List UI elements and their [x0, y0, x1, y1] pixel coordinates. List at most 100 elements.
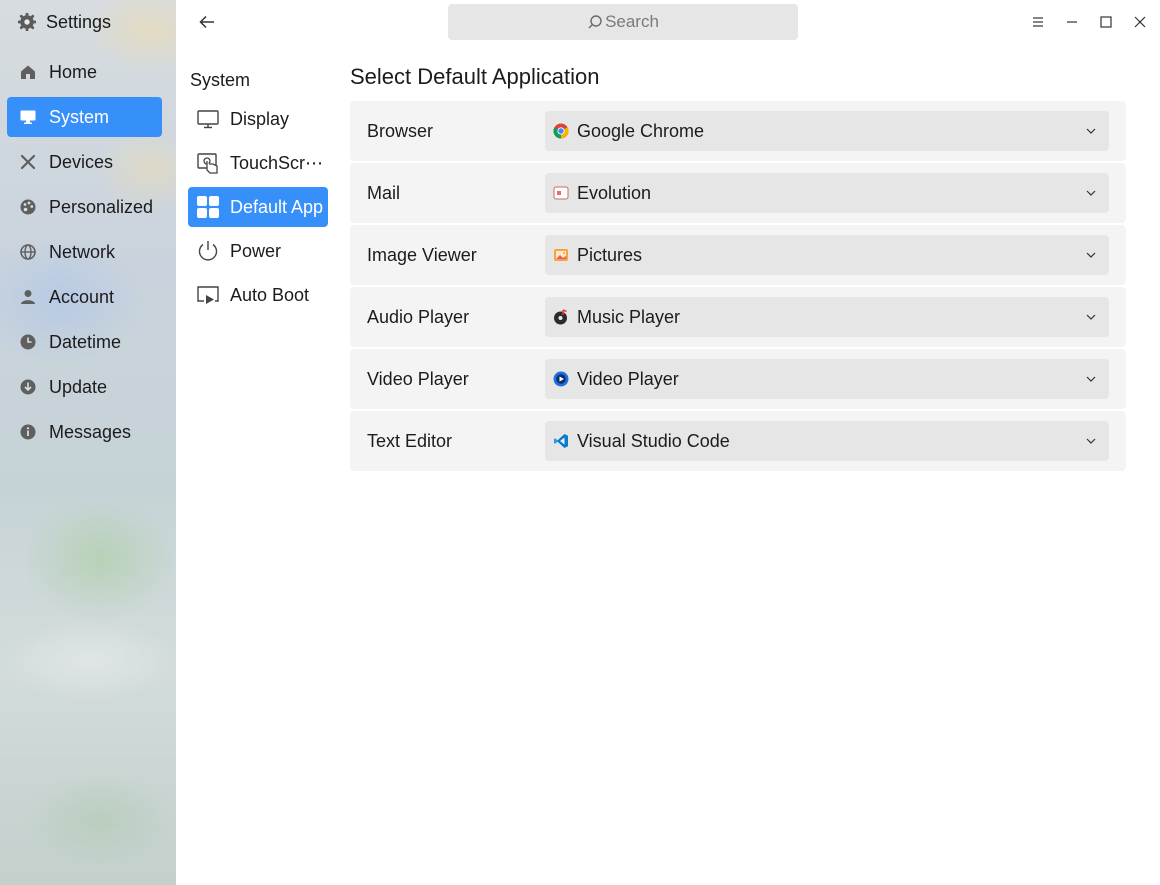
music-player-icon	[554, 309, 567, 325]
subnav-item-label: Display	[230, 108, 290, 129]
subnav-item-label: Power	[230, 240, 282, 261]
palette-icon	[20, 199, 36, 215]
tools-icon	[20, 154, 36, 170]
select-value: Music Player	[577, 306, 681, 327]
select-value: Evolution	[577, 182, 652, 203]
sidebar-item-label: Home	[49, 61, 98, 82]
select-value: Google Chrome	[577, 120, 705, 141]
row-label: Mail	[367, 182, 401, 203]
close-icon	[1134, 16, 1146, 28]
search-icon	[588, 15, 602, 29]
menu-icon	[1033, 17, 1043, 27]
display-icon	[197, 110, 219, 129]
page-title: Select Default Application	[350, 64, 600, 89]
subnav-item-auto-boot[interactable]: Auto Boot	[188, 275, 328, 315]
sidebar-item-label: Messages	[49, 421, 132, 442]
sidebar-item-label: Account	[49, 286, 115, 307]
info-icon	[20, 424, 36, 440]
sidebar-item-personalized[interactable]: Personalized	[7, 187, 162, 227]
video-player-icon	[553, 371, 569, 387]
sidebar-item-datetime[interactable]: Datetime	[7, 322, 162, 362]
chevron-down-icon	[1086, 128, 1096, 134]
maximize-button[interactable]	[1096, 12, 1116, 32]
sidebar-item-update[interactable]: Update	[7, 367, 162, 407]
clock-icon	[20, 334, 36, 350]
sidebar-item-label: Update	[49, 376, 108, 397]
maximize-icon	[1100, 16, 1112, 28]
sidebar-item-label: System	[49, 106, 110, 127]
sidebar-nav: Home System Devices Personalized Network…	[7, 52, 162, 457]
row-label: Image Viewer	[367, 244, 477, 265]
browser-select[interactable]: Google Chrome	[545, 111, 1109, 151]
default-app-row-audio-player: Audio Player Music Player	[350, 287, 1126, 347]
text-editor-select[interactable]: Visual Studio Code	[545, 421, 1109, 461]
image-viewer-select[interactable]: Pictures	[545, 235, 1109, 275]
default-app-row-video-player: Video Player Video Player	[350, 349, 1126, 409]
select-value: Visual Studio Code	[577, 430, 730, 451]
sidebar-item-devices[interactable]: Devices	[7, 142, 162, 182]
chevron-down-icon	[1086, 314, 1096, 320]
globe-icon	[20, 244, 36, 260]
search-input[interactable]: Search	[448, 4, 798, 40]
default-app-row-image-viewer: Image Viewer Pictures	[350, 225, 1126, 285]
subnav-item-display[interactable]: Display	[188, 99, 328, 139]
sidebar-item-label: Network	[49, 241, 116, 262]
chrome-icon	[553, 123, 569, 139]
power-icon	[198, 241, 218, 261]
audio-player-select[interactable]: Music Player	[545, 297, 1109, 337]
touchscreen-icon	[197, 153, 218, 174]
back-button[interactable]	[196, 11, 218, 33]
vscode-icon	[554, 434, 568, 448]
row-label: Video Player	[367, 368, 469, 389]
video-player-select[interactable]: Video Player	[545, 359, 1109, 399]
apps-grid-icon	[197, 196, 219, 218]
subnav-item-label: TouchScr⋯	[230, 152, 324, 173]
default-app-row-browser: Browser Google Chrome	[350, 101, 1126, 161]
sidebar-item-system[interactable]: System	[7, 97, 162, 137]
row-label: Text Editor	[367, 430, 453, 451]
sidebar-item-label: Devices	[49, 151, 114, 172]
sidebar-item-messages[interactable]: Messages	[7, 412, 162, 452]
search-placeholder: Search	[605, 12, 659, 31]
sidebar-item-account[interactable]: Account	[7, 277, 162, 317]
subnav-item-label: Default App	[230, 196, 324, 217]
row-label: Browser	[367, 120, 434, 141]
mail-select[interactable]: Evolution	[545, 173, 1109, 213]
section-title: System	[190, 70, 251, 90]
default-app-row-text-editor: Text Editor Visual Studio Code	[350, 411, 1126, 471]
app-title: Settings	[18, 10, 111, 34]
chevron-down-icon	[1086, 438, 1096, 444]
sidebar-item-home[interactable]: Home	[7, 52, 162, 92]
section-nav: Display TouchScr⋯ Default App Power Auto…	[188, 99, 328, 319]
sidebar-item-network[interactable]: Network	[7, 232, 162, 272]
chevron-down-icon	[1086, 376, 1096, 382]
subnav-item-label: Auto Boot	[230, 284, 310, 305]
arrow-left-icon	[199, 15, 214, 29]
select-value: Video Player	[577, 368, 679, 389]
chevron-down-icon	[1086, 190, 1096, 196]
sidebar: Settings Home System Devices Personalize…	[0, 0, 176, 885]
select-value: Pictures	[577, 244, 643, 265]
home-icon	[21, 65, 35, 79]
default-app-row-mail: Mail Evolution	[350, 163, 1126, 223]
autoboot-icon	[197, 286, 219, 304]
app-title-text: Settings	[46, 11, 112, 32]
close-button[interactable]	[1130, 12, 1150, 32]
update-icon	[20, 379, 36, 395]
sidebar-item-label: Personalized	[49, 196, 154, 217]
settings-gear-icon	[18, 13, 36, 31]
monitor-icon	[20, 110, 36, 124]
default-app-list: Browser Google Chrome Mail Evolution Ima…	[350, 101, 1126, 473]
subnav-item-touchscreen[interactable]: TouchScr⋯	[188, 143, 328, 183]
window-controls	[1028, 12, 1150, 32]
row-label: Audio Player	[367, 306, 470, 327]
minimize-button[interactable]	[1062, 12, 1082, 32]
user-icon	[21, 290, 35, 304]
subnav-item-default-app[interactable]: Default App	[188, 187, 328, 227]
evolution-icon	[553, 186, 569, 200]
subnav-item-power[interactable]: Power	[188, 231, 328, 271]
pictures-icon	[554, 249, 568, 261]
chevron-down-icon	[1086, 252, 1096, 258]
menu-button[interactable]	[1028, 12, 1048, 32]
sidebar-item-label: Datetime	[49, 331, 122, 352]
